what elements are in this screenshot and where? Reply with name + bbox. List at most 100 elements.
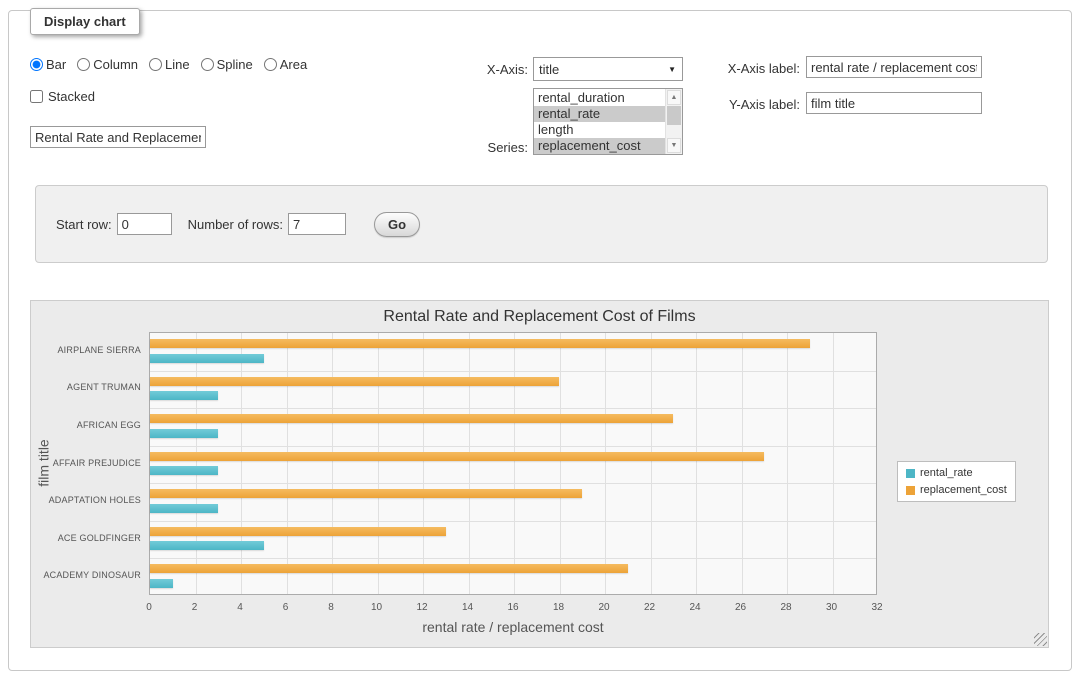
series-option-rental_rate[interactable]: rental_rate (534, 106, 665, 122)
vertical-gridline (423, 333, 424, 594)
horizontal-gridline (150, 371, 876, 372)
chart-type-option-area[interactable]: Area (264, 57, 307, 72)
vertical-gridline (787, 333, 788, 594)
y-axis-label-field-label: Y-Axis label: (698, 97, 800, 112)
horizontal-gridline (150, 408, 876, 409)
chart-type-label-spline: Spline (217, 57, 253, 72)
x-axis-label-input[interactable] (806, 56, 982, 78)
vertical-gridline (469, 333, 470, 594)
category-label: ACADEMY DINOSAUR (31, 570, 141, 580)
chevron-down-icon: ▼ (668, 65, 676, 74)
x-axis-select[interactable]: title ▼ (533, 57, 683, 81)
scroll-down-icon[interactable]: ▼ (667, 138, 681, 153)
category-label: AFFAIR PREJUDICE (31, 458, 141, 468)
bar-rental_rate (150, 391, 218, 400)
chart-legend: rental_rate replacement_cost (897, 461, 1016, 502)
start-row-label: Start row: (56, 217, 112, 232)
legend-item-rental_rate[interactable]: rental_rate (906, 467, 1007, 479)
chart-type-radio-line[interactable] (149, 58, 162, 71)
chart-type-label-area: Area (280, 57, 307, 72)
rows-panel: Start row: Number of rows: Go (35, 185, 1048, 263)
chart-type-label-bar: Bar (46, 57, 66, 72)
legend-item-replacement_cost[interactable]: replacement_cost (906, 484, 1007, 496)
chart-title: Rental Rate and Replacement Cost of Film… (31, 308, 1048, 326)
chart-type-radio-group: Bar Column Line Spline Area (30, 57, 307, 72)
bar-replacement_cost (150, 452, 764, 461)
legend-swatch-icon (906, 469, 915, 478)
number-of-rows-input[interactable] (288, 213, 346, 235)
vertical-gridline (378, 333, 379, 594)
bar-rental_rate (150, 429, 218, 438)
horizontal-gridline (150, 521, 876, 522)
category-label: ADAPTATION HOLES (31, 495, 141, 505)
x-tick-label: 14 (453, 602, 483, 613)
bar-replacement_cost (150, 489, 582, 498)
chart-type-option-bar[interactable]: Bar (30, 57, 66, 72)
start-row-input[interactable] (117, 213, 172, 235)
vertical-gridline (651, 333, 652, 594)
x-axis-field-label: X-Axis: (452, 62, 528, 77)
series-field-label: Series: (452, 140, 528, 155)
chart-type-radio-spline[interactable] (201, 58, 214, 71)
series-listbox[interactable]: rental_durationrental_ratelengthreplacem… (533, 88, 683, 155)
x-tick-label: 26 (726, 602, 756, 613)
stacked-checkbox[interactable] (30, 90, 43, 103)
x-axis-label-field-label: X-Axis label: (698, 61, 800, 76)
horizontal-gridline (150, 446, 876, 447)
go-button[interactable]: Go (374, 212, 420, 237)
chart-type-radio-bar[interactable] (30, 58, 43, 71)
category-label: AGENT TRUMAN (31, 382, 141, 392)
y-axis-label-input[interactable] (806, 92, 982, 114)
resize-handle-icon[interactable] (1034, 633, 1047, 646)
bar-replacement_cost (150, 414, 673, 423)
scrollbar-thumb[interactable] (667, 106, 681, 125)
chart-type-option-spline[interactable]: Spline (201, 57, 253, 72)
scroll-up-icon[interactable]: ▲ (667, 90, 681, 105)
bar-replacement_cost (150, 339, 810, 348)
x-tick-label: 28 (771, 602, 801, 613)
x-tick-label: 2 (180, 602, 210, 613)
series-option-length[interactable]: length (534, 122, 665, 138)
x-tick-label: 8 (316, 602, 346, 613)
bar-replacement_cost (150, 527, 446, 536)
x-tick-label: 10 (362, 602, 392, 613)
x-tick-label: 22 (635, 602, 665, 613)
series-option-rental_duration[interactable]: rental_duration (534, 90, 665, 106)
vertical-gridline (287, 333, 288, 594)
vertical-gridline (605, 333, 606, 594)
vertical-gridline (696, 333, 697, 594)
series-options: rental_durationrental_ratelengthreplacem… (534, 90, 665, 154)
chart-type-option-line[interactable]: Line (149, 57, 190, 72)
x-tick-label: 18 (544, 602, 574, 613)
chart-type-option-column[interactable]: Column (77, 57, 138, 72)
x-tick-label: 30 (817, 602, 847, 613)
chart-type-label-line: Line (165, 57, 190, 72)
series-scrollbar[interactable]: ▲ ▼ (665, 89, 682, 154)
x-tick-label: 12 (407, 602, 437, 613)
x-tick-label: 24 (680, 602, 710, 613)
vertical-gridline (514, 333, 515, 594)
vertical-gridline (196, 333, 197, 594)
chart-panel: Rental Rate and Replacement Cost of Film… (30, 300, 1049, 648)
x-axis-selected-value: title (539, 62, 559, 77)
bar-replacement_cost (150, 564, 628, 573)
category-label: ACE GOLDFINGER (31, 533, 141, 543)
number-of-rows-label: Number of rows: (188, 217, 283, 232)
x-tick-label: 0 (134, 602, 164, 613)
bar-rental_rate (150, 504, 218, 513)
series-option-replacement_cost[interactable]: replacement_cost (534, 138, 665, 154)
vertical-gridline (560, 333, 561, 594)
horizontal-gridline (150, 483, 876, 484)
x-axis-title: rental rate / replacement cost (149, 619, 877, 635)
chart-type-radio-area[interactable] (264, 58, 277, 71)
vertical-gridline (332, 333, 333, 594)
x-tick-label: 20 (589, 602, 619, 613)
chart-type-radio-column[interactable] (77, 58, 90, 71)
legend-label: replacement_cost (920, 484, 1007, 496)
category-label: AFRICAN EGG (31, 420, 141, 430)
bar-rental_rate (150, 354, 264, 363)
chart-title-input[interactable] (30, 126, 206, 148)
stacked-checkbox-row[interactable]: Stacked (30, 89, 95, 104)
category-label: AIRPLANE SIERRA (31, 345, 141, 355)
legend-label: rental_rate (920, 467, 973, 479)
